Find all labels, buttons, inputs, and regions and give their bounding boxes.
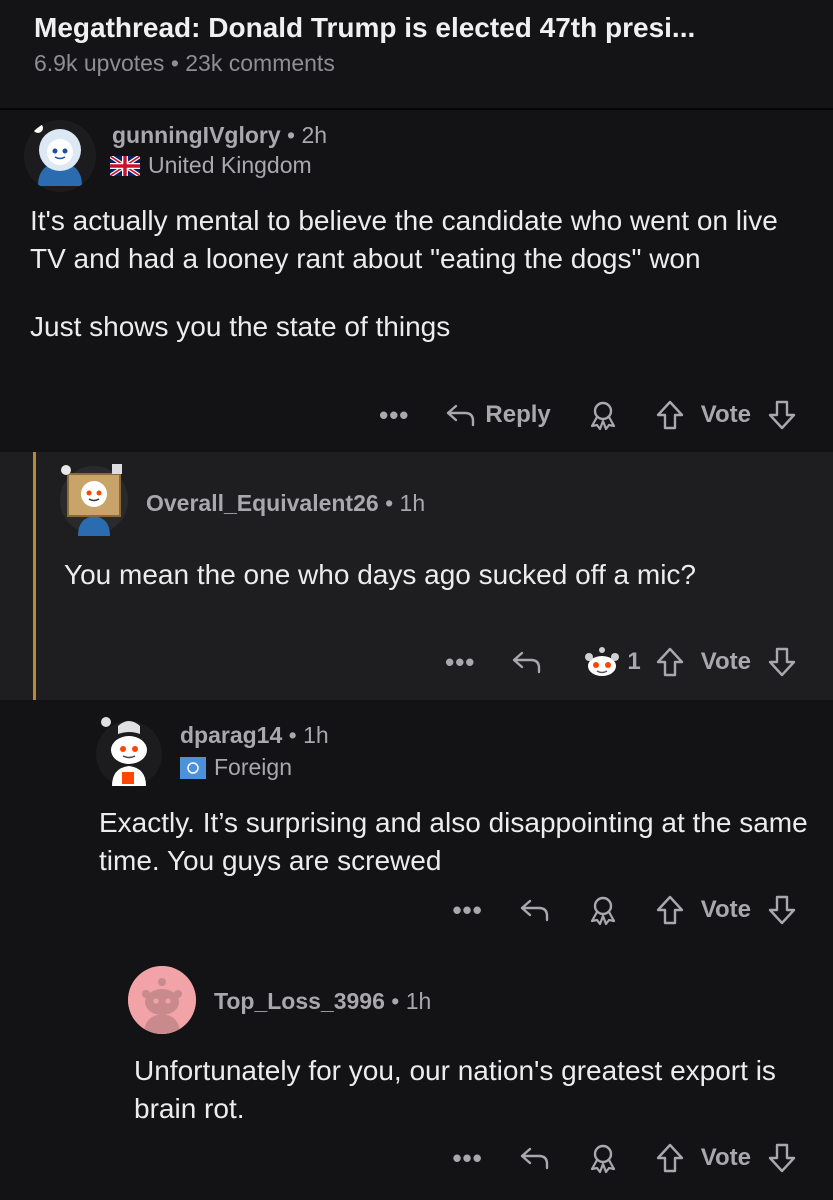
comment-actions: ••• Vote: [452, 1138, 797, 1178]
comment-actions: ••• Vote: [452, 890, 797, 930]
award-icon: [590, 1144, 615, 1174]
flair-text: Foreign: [214, 754, 292, 780]
comment-author[interactable]: gunningIVglory • 2h: [112, 122, 327, 149]
comment-count: 23k comments: [185, 50, 335, 76]
comment-body: It's actually mental to believe the cand…: [30, 202, 810, 346]
vote-label: Vote: [700, 896, 751, 923]
comment-actions: ••• 1 Vote: [445, 642, 797, 682]
comment-paragraph: Exactly. It’s surprising and also disapp…: [99, 807, 808, 876]
award-icon: [590, 401, 615, 431]
downvote-arrow-icon[interactable]: [767, 1142, 797, 1174]
reply-arrow-icon: [447, 404, 475, 427]
award-count: 1: [627, 648, 641, 675]
snoo-hood-avatar-icon: [24, 120, 96, 192]
comment-Overall_Equivalent26: Overall_Equivalent26 • 1h You mean the o…: [0, 452, 833, 700]
more-options-button[interactable]: •••: [452, 895, 482, 926]
comment-body: You mean the one who days ago sucked off…: [64, 556, 764, 594]
comment-age: 1h: [399, 490, 426, 516]
award-icon: [585, 647, 620, 676]
vote-group: Vote: [655, 1142, 797, 1174]
downvote-arrow-icon[interactable]: [767, 894, 797, 926]
avatar[interactable]: [24, 120, 96, 192]
more-options-button[interactable]: •••: [452, 1143, 482, 1174]
award-icon: [590, 896, 615, 926]
avatar[interactable]: [128, 966, 196, 1034]
reply-arrow-icon: [520, 899, 548, 922]
meta-separator: •: [170, 50, 179, 76]
comment-paragraph: It's actually mental to believe the cand…: [30, 205, 778, 274]
avatar[interactable]: [94, 712, 164, 788]
comment-actions: ••• Reply Vote: [379, 395, 797, 435]
vote-group: Vote: [655, 399, 797, 431]
upvote-arrow-icon[interactable]: [655, 1142, 685, 1174]
upvote-arrow-icon[interactable]: [655, 399, 685, 431]
thread-meta: 6.9k upvotes • 23k comments: [34, 50, 335, 77]
award-button[interactable]: [587, 399, 619, 431]
thread-title[interactable]: Megathread: Donald Trump is elected 47th…: [34, 12, 824, 44]
username[interactable]: gunningIVglory: [112, 122, 281, 148]
comment-paragraph: Unfortunately for you, our nation's grea…: [134, 1055, 776, 1124]
vote-group: Vote: [655, 646, 797, 678]
upvote-count: 6.9k upvotes: [34, 50, 165, 76]
comment-paragraph: Just shows you the state of things: [30, 311, 451, 342]
un-flag-icon: [180, 756, 206, 779]
reply-arrow-icon: [520, 1147, 548, 1170]
vote-label: Vote: [700, 1144, 751, 1171]
award-button[interactable]: 1: [583, 645, 641, 679]
more-options-button[interactable]: •••: [379, 400, 409, 431]
thread-line[interactable]: [33, 452, 36, 700]
comment-dparag14: dparag14 • 1h Foreign Exactly. It’s surp…: [0, 700, 833, 958]
award-button[interactable]: [587, 894, 619, 926]
award-button[interactable]: [587, 1142, 619, 1174]
comment-gunningIVglory: gunningIVglory • 2h United Kingdom It's …: [0, 110, 833, 450]
reply-button[interactable]: Reply: [445, 401, 551, 429]
default-snoo-avatar-icon: [128, 966, 196, 1034]
comment-author[interactable]: Overall_Equivalent26 • 1h: [146, 490, 425, 517]
comment-paragraph: You mean the one who days ago sucked off…: [64, 559, 696, 590]
username[interactable]: Overall_Equivalent26: [146, 490, 379, 516]
comment-Top_Loss_3996: Top_Loss_3996 • 1h Unfortunately for you…: [0, 958, 833, 1200]
user-flair: United Kingdom: [110, 152, 312, 179]
user-flair: Foreign: [180, 754, 292, 781]
username[interactable]: dparag14: [180, 722, 282, 748]
flair-text: United Kingdom: [148, 152, 312, 178]
comment-body: Exactly. It’s surprising and also disapp…: [99, 804, 809, 880]
reply-button[interactable]: [519, 1145, 551, 1171]
vote-label: Vote: [700, 648, 751, 675]
username[interactable]: Top_Loss_3996: [214, 988, 385, 1014]
reply-button[interactable]: [511, 649, 543, 675]
comment-age: 1h: [405, 988, 432, 1014]
vote-label: Vote: [700, 401, 751, 428]
box-head-avatar-icon: [60, 464, 128, 536]
downvote-arrow-icon[interactable]: [767, 646, 797, 678]
reply-arrow-icon: [513, 651, 541, 674]
upvote-arrow-icon[interactable]: [655, 646, 685, 678]
downvote-arrow-icon[interactable]: [767, 399, 797, 431]
comment-body: Unfortunately for you, our nation's grea…: [134, 1052, 814, 1128]
upvote-arrow-icon[interactable]: [655, 894, 685, 926]
more-options-button[interactable]: •••: [445, 647, 475, 678]
reply-button[interactable]: [519, 897, 551, 923]
avatar[interactable]: [58, 460, 130, 540]
comment-author[interactable]: dparag14 • 1h: [180, 722, 329, 749]
snoo-avatar-icon: [96, 717, 162, 787]
vote-group: Vote: [655, 894, 797, 926]
comment-age: 1h: [303, 722, 329, 748]
thread-header: Megathread: Donald Trump is elected 47th…: [0, 0, 833, 110]
uk-flag-icon: [110, 155, 140, 176]
comment-author[interactable]: Top_Loss_3996 • 1h: [214, 988, 431, 1015]
reply-label[interactable]: Reply: [485, 401, 550, 429]
comment-age: 2h: [301, 122, 328, 148]
